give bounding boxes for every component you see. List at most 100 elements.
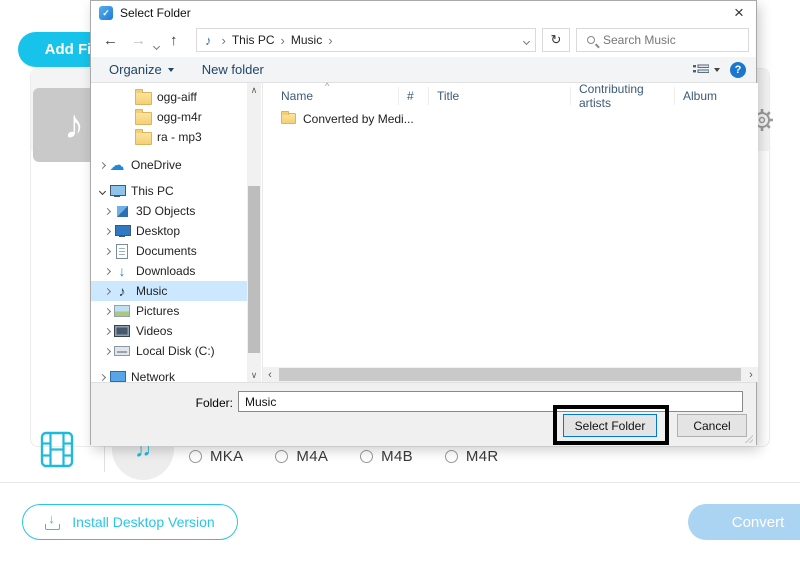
search-box[interactable] (576, 28, 749, 52)
radio-circle-icon[interactable] (360, 450, 373, 463)
search-input[interactable] (603, 33, 723, 47)
horizontal-scrollbar[interactable]: ‹ › (263, 367, 758, 382)
view-mode-icon[interactable] (693, 64, 720, 77)
cancel-button[interactable]: Cancel (677, 414, 747, 437)
format-radio-m4b[interactable]: M4B (360, 448, 413, 465)
column-headers: Name^#TitleContributing artistsAlbum (263, 85, 758, 107)
tree-item-label: Videos (136, 324, 172, 338)
page-divider (0, 482, 800, 483)
tree-expander-icon[interactable] (100, 229, 114, 234)
scroll-right-icon[interactable]: › (744, 367, 758, 382)
dialog-titlebar[interactable]: ✓ Select Folder × (91, 1, 756, 25)
folder-icon (281, 113, 296, 124)
disk-icon (114, 343, 130, 359)
refresh-button[interactable]: ↻ (542, 28, 570, 52)
music-note-icon: ♪ (205, 33, 212, 48)
format-label: M4A (296, 448, 328, 465)
view-dropdown-icon[interactable] (714, 68, 720, 72)
tree-item-music[interactable]: ♪Music (91, 281, 247, 301)
tree-item-onedrive[interactable]: ☁ OneDrive (91, 155, 247, 175)
tree-expander-icon[interactable] (100, 249, 114, 254)
scroll-down-icon[interactable]: ∨ (247, 368, 261, 382)
tree-item-label: Music (136, 284, 167, 298)
3d-icon (114, 203, 130, 219)
tree-item-local-disk-c[interactable]: Local Disk (C:) (91, 341, 247, 361)
nav-history-dropdown-icon[interactable] (154, 38, 159, 52)
tree-item-ogg-aiff[interactable]: ogg-aiff (91, 87, 247, 107)
tree-expander-icon[interactable] (95, 163, 109, 168)
tree-item-network[interactable]: Network (91, 367, 247, 382)
tree-item-videos[interactable]: Videos (91, 321, 247, 341)
folder-tree: ogg-aiffogg-m4r ra - mp3 ☁ OneDrive This PC 3… (91, 83, 247, 382)
tree-item-ra-mp3[interactable]: ra - mp3 (91, 127, 247, 147)
tree-item-ogg-m4r[interactable]: ogg-m4r (91, 107, 247, 127)
convert-button[interactable]: Convert (688, 504, 800, 540)
video-formats-icon[interactable] (40, 431, 74, 473)
back-icon[interactable]: ← (103, 32, 118, 49)
radio-circle-icon[interactable] (189, 450, 202, 463)
tree-scrollbar[interactable]: ∧ ∨ (247, 83, 261, 382)
dialog-body: ogg-aiffogg-m4r ra - mp3 ☁ OneDrive This PC 3… (91, 83, 756, 382)
format-label: M4B (381, 448, 413, 465)
breadcrumb-separator-icon: › (328, 33, 332, 48)
download-icon: ↓ (114, 263, 130, 279)
column-header-album[interactable]: Album (675, 87, 758, 105)
dialog-footer: Folder: Select Folder Cancel (91, 382, 756, 446)
tree-item-label: 3D Objects (136, 204, 195, 218)
tree-expander-icon[interactable] (95, 375, 109, 380)
install-desktop-label: Install Desktop Version (72, 514, 214, 530)
tree-scrollbar-thumb[interactable] (248, 186, 260, 353)
forward-icon[interactable]: → (131, 32, 146, 49)
column-header-contributing-artists[interactable]: Contributing artists (571, 87, 675, 105)
tree-item-pictures[interactable]: Pictures (91, 301, 247, 321)
tree-item-3d-objects[interactable]: 3D Objects (91, 201, 247, 221)
tree-item-downloads[interactable]: ↓Downloads (91, 261, 247, 281)
tree-expander-icon[interactable] (100, 209, 114, 214)
tree-expander-icon[interactable] (100, 329, 114, 334)
sort-ascending-icon: ^ (325, 81, 329, 91)
address-bar[interactable]: ♪ ›This PC›Music› (196, 28, 536, 52)
organize-menu[interactable]: Organize (109, 62, 174, 77)
tree-expander-icon[interactable] (100, 309, 114, 314)
breadcrumb-item-music[interactable]: Music (291, 33, 322, 47)
format-radio-m4a[interactable]: M4A (275, 448, 328, 465)
cloud-icon: ☁ (109, 157, 125, 173)
radio-circle-icon[interactable] (445, 450, 458, 463)
close-icon[interactable]: × (728, 2, 750, 24)
help-icon[interactable]: ? (730, 62, 746, 78)
tree-item-label: ra - mp3 (157, 130, 202, 144)
format-radio-mka[interactable]: MKA (189, 448, 243, 465)
tree-item-label: OneDrive (131, 158, 182, 172)
scroll-up-icon[interactable]: ∧ (247, 83, 261, 97)
new-folder-button[interactable]: New folder (202, 62, 264, 77)
resize-grip[interactable] (743, 433, 753, 443)
scroll-left-icon[interactable]: ‹ (263, 367, 277, 382)
breadcrumb-item-this-pc[interactable]: This PC (232, 33, 275, 47)
address-dropdown-icon[interactable] (524, 33, 529, 47)
tree-item-this-pc[interactable]: This PC (91, 181, 247, 201)
tree-item-label: This PC (131, 184, 174, 198)
select-folder-button[interactable]: Select Folder (563, 414, 657, 437)
column-header-[interactable]: # (399, 87, 429, 105)
breadcrumb-separator-icon: › (222, 33, 226, 48)
file-row-converted-by-medi[interactable]: Converted by Medi... (263, 109, 758, 128)
tree-expander-icon[interactable] (100, 269, 114, 274)
pictures-icon (114, 303, 130, 319)
tree-expander-icon[interactable] (95, 189, 109, 194)
tree-expander-icon[interactable] (100, 349, 114, 354)
tree-item-documents[interactable]: Documents (91, 241, 247, 261)
dialog-title: Select Folder (120, 6, 191, 20)
folder-label: Folder: (191, 396, 233, 410)
column-header-title[interactable]: Title (429, 87, 571, 105)
folder-icon (135, 89, 151, 105)
tree-expander-icon[interactable] (100, 289, 114, 294)
column-header-name[interactable]: Name^ (263, 87, 399, 105)
install-desktop-button[interactable]: Install Desktop Version (22, 504, 238, 540)
up-icon[interactable]: ↑ (170, 32, 178, 49)
folder-icon (135, 109, 151, 125)
format-label: M4R (466, 448, 499, 465)
radio-circle-icon[interactable] (275, 450, 288, 463)
horizontal-scrollbar-thumb[interactable] (279, 368, 741, 381)
tree-item-desktop[interactable]: Desktop (91, 221, 247, 241)
format-radio-m4r[interactable]: M4R (445, 448, 499, 465)
